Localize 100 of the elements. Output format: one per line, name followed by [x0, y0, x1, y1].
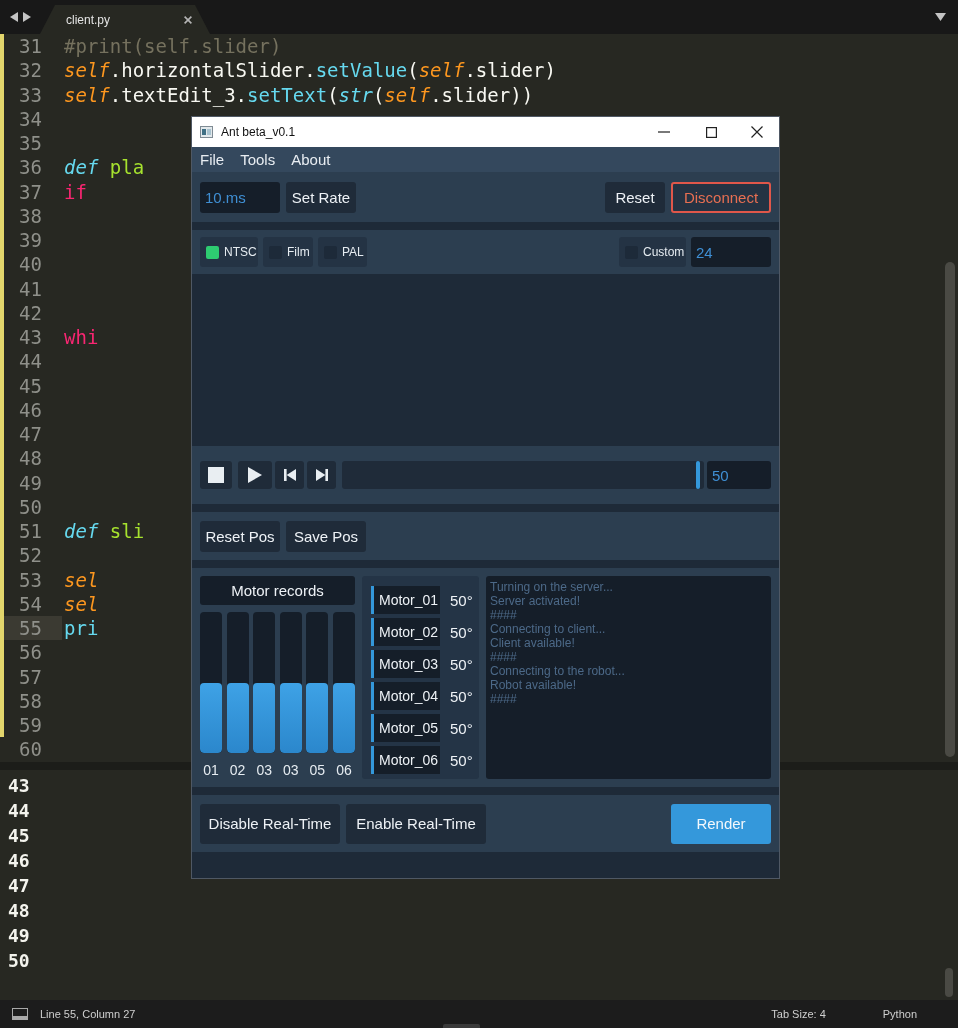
line-number: 36 [19, 156, 42, 179]
motor-angle: 50° [450, 751, 473, 769]
back-icon[interactable] [10, 12, 18, 22]
panel-icon[interactable] [12, 1008, 28, 1020]
log-line: Connecting to the robot... [490, 664, 625, 678]
tab-size[interactable]: Tab Size: 4 [771, 1008, 826, 1020]
scrollbar-thumb[interactable] [945, 968, 953, 997]
code-line: self.horizontalSlider.setValue(self.slider) [64, 59, 556, 82]
realtime-button[interactable]: Enable Real-Time [346, 803, 486, 844]
code-line: whi [64, 326, 99, 349]
code-line: sel [64, 592, 99, 615]
line-number: 33 [19, 83, 42, 106]
motor-angle: 50° [450, 623, 473, 641]
motor-name[interactable]: Motor_03 [374, 650, 440, 678]
position-button[interactable]: Save Pos [286, 520, 366, 552]
motor-angle: 50° [450, 687, 473, 705]
console-line: 49 [8, 924, 30, 948]
caret-down-icon[interactable] [935, 13, 946, 21]
line-number: 59 [19, 714, 42, 737]
app-icon [200, 126, 213, 138]
motor-level-label: 02 [228, 762, 247, 778]
console-line: 44 [8, 799, 30, 823]
custom-rate-checkbox[interactable]: Custom [619, 237, 686, 267]
line-number: 46 [19, 398, 42, 421]
console-line: 47 [8, 874, 30, 898]
connection-button[interactable]: Disconnect [671, 181, 771, 213]
code-line: self.textEdit_3.setText(str(self.slider)) [64, 83, 534, 106]
frame-rate-checkbox[interactable]: Film [263, 237, 313, 267]
motor-accent-bar [371, 746, 374, 774]
line-number: 41 [19, 277, 42, 300]
stop-button[interactable] [200, 461, 232, 489]
line-number: 39 [19, 229, 42, 252]
next-button[interactable] [307, 461, 336, 489]
motor-accent-bar [371, 682, 374, 710]
line-number: 45 [19, 374, 42, 397]
forward-icon[interactable] [23, 12, 31, 22]
motor-accent-bar [371, 714, 374, 742]
console-line: 48 [8, 899, 30, 923]
motor-name[interactable]: Motor_02 [374, 618, 440, 646]
motor-angle: 50° [450, 655, 473, 673]
window-title: Ant beta_v0.1 [221, 125, 296, 139]
frame-rate-checkbox[interactable]: PAL [318, 237, 367, 267]
line-number: 50 [19, 495, 42, 518]
cursor-position[interactable]: Line 55, Column 27 [40, 1008, 136, 1020]
log-line: Client available! [490, 636, 575, 650]
motor-level-label: 05 [308, 762, 327, 778]
code-line: if [64, 180, 87, 203]
console-line: 50 [8, 949, 30, 973]
line-number: 60 [19, 738, 42, 761]
motor-name[interactable]: Motor_01 [374, 586, 440, 614]
motor-records-title: Motor records [200, 576, 355, 605]
previous-button[interactable] [275, 461, 304, 489]
timeline-slider[interactable] [342, 461, 704, 489]
menu-item[interactable]: About [283, 147, 339, 172]
position-button[interactable]: Reset Pos [200, 520, 280, 552]
motor-level-label: 03 [255, 762, 273, 778]
play-icon [248, 467, 262, 483]
line-number: 57 [19, 665, 42, 688]
custom-rate-field[interactable]: 24 [691, 237, 771, 267]
line-number: 52 [19, 544, 42, 567]
rate-field[interactable]: 10.ms [200, 181, 280, 213]
menu-item[interactable]: File [192, 147, 233, 172]
log-line: #### [490, 692, 517, 706]
motor-name[interactable]: Motor_06 [374, 746, 440, 774]
close-icon[interactable] [751, 126, 763, 138]
line-number: 31 [19, 35, 42, 58]
line-number: 49 [19, 471, 42, 494]
menu-item[interactable]: Tools [232, 147, 284, 172]
line-number: 32 [19, 59, 42, 82]
frame-rate-checkbox[interactable]: NTSC [200, 237, 258, 267]
scrollbar-thumb[interactable] [945, 262, 955, 757]
rate-button[interactable]: Set Rate [286, 181, 356, 213]
code-line: def pla [64, 156, 145, 179]
motor-name[interactable]: Motor_04 [374, 682, 440, 710]
connection-button[interactable]: Reset [605, 181, 665, 213]
log-line: Turning on the server... [490, 580, 613, 594]
log-line: Connecting to client... [490, 622, 606, 636]
slider-handle[interactable] [696, 461, 701, 489]
line-number: 58 [19, 689, 42, 712]
line-number: 42 [19, 301, 42, 324]
line-number: 38 [19, 204, 42, 227]
line-number: 40 [19, 253, 42, 276]
code-line: pri [64, 617, 99, 640]
console-line: 46 [8, 849, 30, 873]
syntax-name[interactable]: Python [882, 1008, 917, 1020]
motor-accent-bar [371, 586, 374, 614]
log-line: #### [490, 650, 517, 664]
motor-name[interactable]: Motor_05 [374, 714, 440, 742]
close-icon[interactable] [184, 15, 192, 24]
line-number: 35 [19, 132, 42, 155]
maximize-icon[interactable] [706, 126, 717, 138]
motor-level-label: 03 [282, 762, 300, 778]
line-number: 44 [19, 350, 42, 373]
file-tab[interactable]: client.py [40, 5, 210, 34]
code-line: def sli [64, 520, 145, 543]
frame-field[interactable]: 50 [707, 461, 771, 489]
line-number: 53 [19, 568, 42, 591]
realtime-button[interactable]: Disable Real-Time [200, 803, 340, 844]
play-button[interactable] [238, 461, 272, 489]
log-line: Server activated! [490, 594, 581, 608]
